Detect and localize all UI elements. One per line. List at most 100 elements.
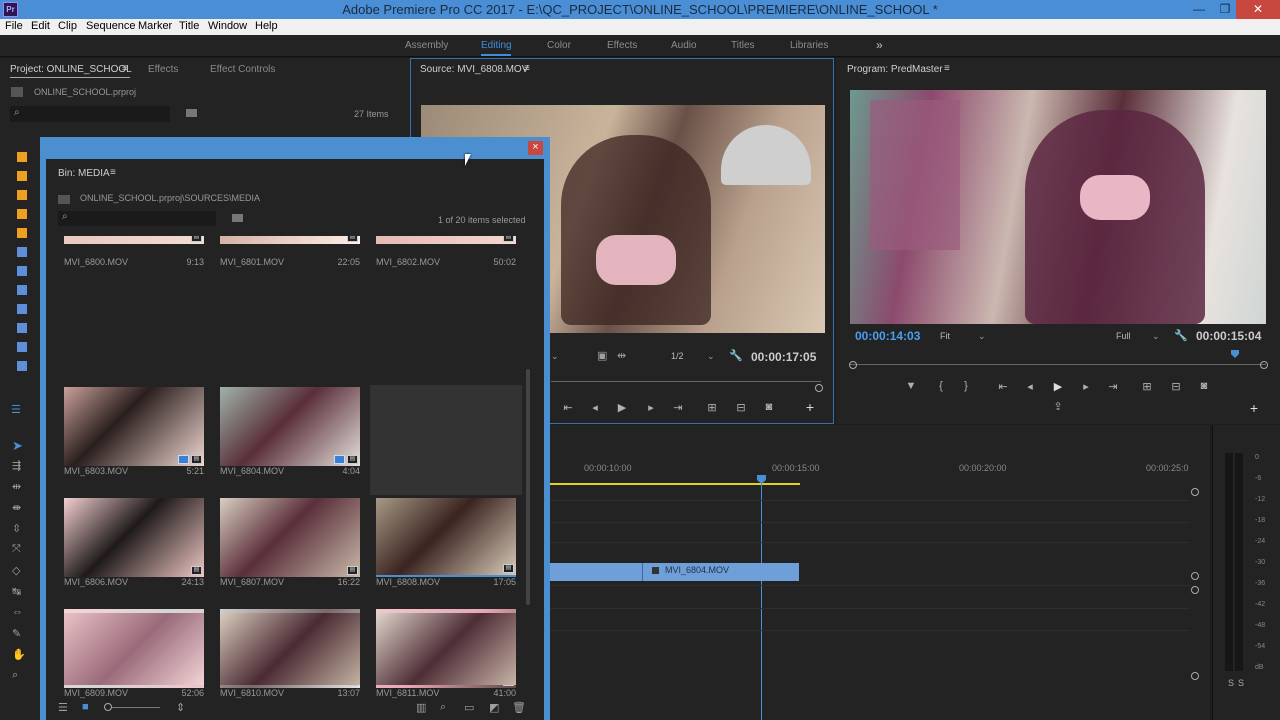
- razor-tool-icon[interactable]: ◇: [12, 564, 20, 577]
- menu-title[interactable]: Title: [179, 20, 199, 32]
- maximize-icon[interactable]: ❐: [1212, 0, 1238, 19]
- solo-right-button[interactable]: S: [1238, 678, 1244, 688]
- step-forward-icon[interactable]: ▸: [644, 401, 658, 414]
- new-search-bin-icon[interactable]: [186, 109, 197, 117]
- bin-thumbnail[interactable]: ▤: [64, 236, 204, 244]
- bin-thumbnail[interactable]: [220, 613, 360, 685]
- extract-icon[interactable]: ⊟: [1169, 380, 1183, 393]
- bin-icon-view-icon[interactable]: ■: [82, 701, 89, 713]
- workspace-assembly[interactable]: Assembly: [405, 40, 448, 51]
- workspace-editing[interactable]: Editing: [481, 40, 512, 51]
- menu-sequence[interactable]: Sequence: [86, 20, 136, 32]
- ripple-edit-tool-icon[interactable]: ⇹: [12, 480, 21, 493]
- overwrite-icon[interactable]: ⊟: [734, 401, 748, 414]
- in-out-icon[interactable]: ⇹: [617, 349, 626, 362]
- slide-tool-icon[interactable]: ⇔: [12, 606, 23, 618]
- source-resolution[interactable]: 1/2: [671, 351, 684, 361]
- bin-thumbnail[interactable]: ▤: [64, 498, 204, 577]
- wrench-icon[interactable]: 🔧: [729, 349, 743, 362]
- menu-edit[interactable]: Edit: [31, 20, 50, 32]
- minimize-icon[interactable]: —: [1186, 0, 1212, 19]
- comparison-view-icon[interactable]: ⇪: [1051, 400, 1065, 413]
- bin-new-search-icon[interactable]: [232, 214, 243, 222]
- more-workspaces-icon[interactable]: »: [876, 38, 883, 52]
- program-scrub-end-handle[interactable]: [1260, 361, 1268, 369]
- pen-tool-icon[interactable]: ✎: [12, 627, 21, 640]
- mark-in-icon[interactable]: {: [934, 380, 948, 392]
- source-dropdown-arrow[interactable]: ⌄: [551, 351, 559, 362]
- lift-icon[interactable]: ⊞: [1140, 380, 1154, 393]
- workspace-libraries[interactable]: Libraries: [790, 40, 828, 51]
- step-back-icon[interactable]: ◂: [588, 401, 602, 414]
- go-to-out-icon[interactable]: ⇥: [671, 401, 685, 414]
- slip-tool-icon[interactable]: ↹: [12, 585, 21, 598]
- razor-precursor-icon[interactable]: ⤧: [12, 543, 21, 556]
- tab-effect-controls[interactable]: Effect Controls: [210, 64, 275, 75]
- workspace-audio[interactable]: Audio: [671, 40, 697, 51]
- program-wrench-icon[interactable]: 🔧: [1174, 329, 1188, 342]
- export-frame-settings-icon[interactable]: ▣: [597, 349, 607, 362]
- program-video-frame[interactable]: [850, 90, 1266, 324]
- program-scrubber[interactable]: [850, 364, 1266, 365]
- bin-menu-icon[interactable]: ≡: [110, 167, 116, 178]
- playback-quality-dropdown[interactable]: Full: [1116, 331, 1131, 341]
- bin-thumbnail[interactable]: ▤: [64, 387, 204, 466]
- selection-tool-icon[interactable]: ➤: [12, 438, 23, 454]
- camera-icon[interactable]: ◙: [762, 401, 776, 413]
- rate-stretch-tool-icon[interactable]: ⇳: [12, 522, 21, 535]
- program-add-button-icon[interactable]: +: [1247, 400, 1261, 416]
- source-menu-icon[interactable]: ≡: [524, 63, 530, 74]
- new-item-icon[interactable]: ◩: [489, 701, 499, 714]
- mark-out-icon[interactable]: }: [959, 380, 973, 392]
- bin-thumbnail[interactable]: [64, 613, 204, 685]
- workspace-effects[interactable]: Effects: [607, 40, 637, 51]
- program-camera-icon[interactable]: ◙: [1197, 380, 1211, 392]
- bin-close-button[interactable]: ×: [528, 141, 543, 155]
- workspace-titles[interactable]: Titles: [731, 40, 755, 51]
- menu-marker[interactable]: Marker: [138, 20, 172, 32]
- resolution-chevron-icon[interactable]: ⌄: [707, 351, 715, 362]
- trash-icon[interactable]: 🗑: [512, 701, 526, 714]
- program-play-icon[interactable]: ▶: [1051, 380, 1065, 393]
- source-scrub-end-handle[interactable]: [815, 384, 823, 392]
- timeline-clip-previous[interactable]: [550, 563, 643, 581]
- program-scrub-start-handle[interactable]: [849, 361, 857, 369]
- source-timecode[interactable]: 00:00:17:05: [751, 350, 816, 364]
- bin-thumbnail[interactable]: ▤: [220, 387, 360, 466]
- program-go-to-out-icon[interactable]: ⇥: [1106, 380, 1120, 393]
- bin-thumbnail[interactable]: ▤: [220, 236, 360, 244]
- tab-program[interactable]: Program: PredMaster: [847, 64, 943, 75]
- bin-thumbnail[interactable]: [376, 613, 516, 685]
- bin-search-input[interactable]: ⌕: [58, 211, 216, 226]
- menu-file[interactable]: File: [5, 20, 23, 32]
- zoom-tool-icon[interactable]: ⌕: [12, 669, 18, 682]
- menu-window[interactable]: Window: [208, 20, 247, 32]
- automate-to-sequence-icon[interactable]: ▥: [416, 701, 426, 714]
- workspace-color[interactable]: Color: [547, 40, 571, 51]
- bin-thumbnail[interactable]: ▤: [376, 236, 516, 244]
- tab-source[interactable]: Source: MVI_6808.MOV: [420, 64, 528, 75]
- hand-tool-icon[interactable]: ✋: [12, 648, 26, 661]
- source-scrubber[interactable]: [551, 381, 821, 382]
- bin-title[interactable]: Bin: MEDIA: [58, 168, 110, 179]
- sort-icons-icon[interactable]: ⇕: [176, 701, 185, 714]
- scroll-handle-bottom[interactable]: [1191, 672, 1199, 680]
- track-select-tool-icon[interactable]: ⇶: [12, 459, 21, 472]
- bin-scrollbar[interactable]: [526, 369, 530, 605]
- program-timecode[interactable]: 00:00:14:03: [855, 329, 920, 343]
- scroll-handle[interactable]: [1191, 572, 1199, 580]
- menu-clip[interactable]: Clip: [58, 20, 77, 32]
- rolling-edit-tool-icon[interactable]: ⇼: [12, 501, 21, 514]
- audio-scroll-handle[interactable]: [1191, 586, 1199, 594]
- timeline-clip[interactable]: MVI_6804.MOV: [643, 563, 799, 581]
- tab-effects[interactable]: Effects: [148, 64, 178, 75]
- program-go-to-in-icon[interactable]: ⇤: [996, 380, 1010, 393]
- solo-left-button[interactable]: S: [1228, 678, 1234, 688]
- source-play-icon[interactable]: ▶: [615, 401, 629, 414]
- program-playhead[interactable]: [1231, 350, 1239, 358]
- close-window-icon[interactable]: ✕: [1236, 0, 1280, 19]
- work-area-bar[interactable]: [550, 483, 800, 485]
- find-icon[interactable]: ⌕: [440, 701, 446, 714]
- zoom-chevron-icon[interactable]: ⌄: [978, 331, 986, 342]
- new-bin-icon[interactable]: ▭: [464, 701, 474, 714]
